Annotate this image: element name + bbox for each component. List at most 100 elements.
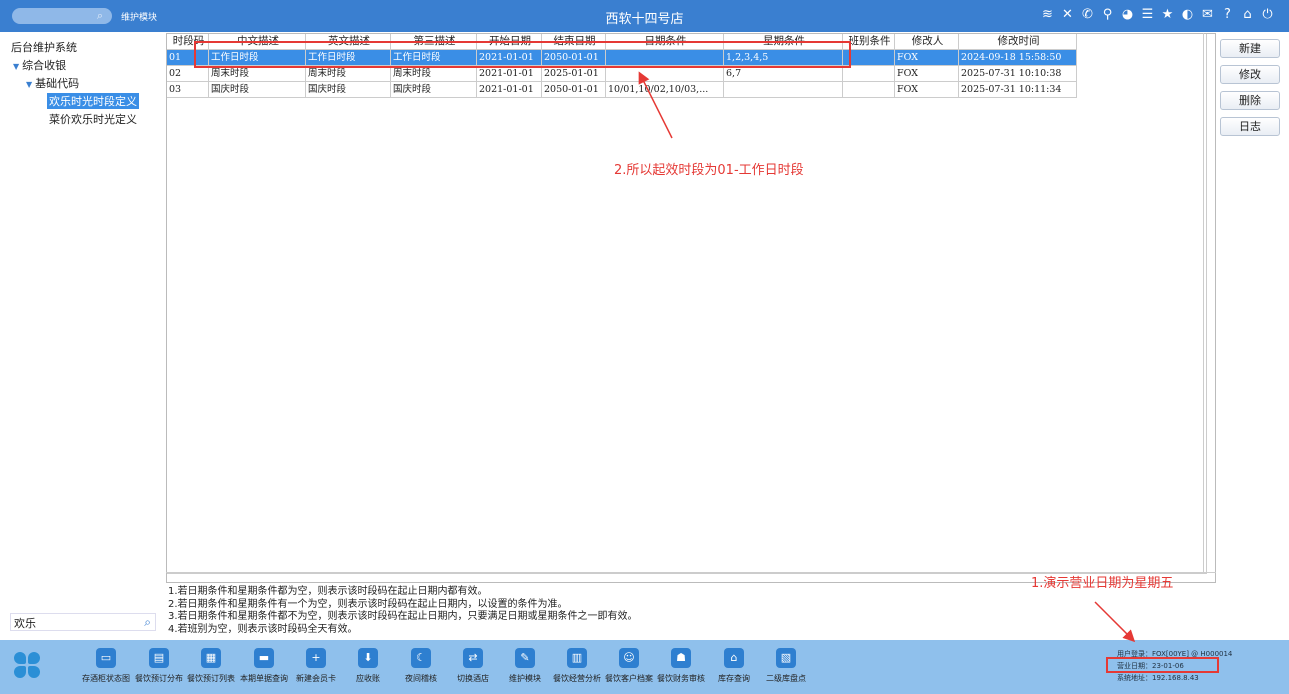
taskbar-label: 应收账 <box>356 674 380 683</box>
annotation-highlight-date <box>1106 657 1219 673</box>
taskbar-item[interactable]: ▧ 二级库盘点 <box>758 648 814 684</box>
annotation-highlight-row <box>194 41 851 68</box>
taskbar-item[interactable]: ☗ 餐饮财务审核 <box>653 648 709 684</box>
notes-panel: 1.若日期条件和星期条件都为空，则表示该时段码在起止日期内都有效。 2.若日期条… <box>168 586 638 636</box>
help-icon[interactable]: ? <box>1220 6 1235 24</box>
home-icon[interactable]: ⌂ <box>1240 6 1255 24</box>
annotation-arrow-1 <box>1094 601 1136 643</box>
taskbar-label: 切换酒店 <box>457 674 489 683</box>
taskbar-label: 本期单据查询 <box>240 674 288 683</box>
wifi-icon[interactable]: ≋ <box>1040 6 1055 24</box>
annotation-text-1: 1.演示营业日期为星期五 <box>1031 576 1174 591</box>
vertical-scrollbar[interactable] <box>1203 33 1215 573</box>
search-icon[interactable]: ⌕ <box>144 615 151 630</box>
table-cell <box>724 82 843 98</box>
taskbar-item[interactable]: ⬇ 应收账 <box>340 648 396 684</box>
tree-sub[interactable]: ▼ 基础代码 <box>26 75 79 91</box>
sidebar-search-input[interactable]: 欢乐 ⌕ <box>10 613 156 631</box>
search-person-icon[interactable]: ⚲ <box>1100 6 1115 24</box>
taskbar-item[interactable]: ▦ 餐饮预订列表 <box>183 648 239 684</box>
column-header[interactable]: 修改人 <box>895 34 959 50</box>
sidebar-tree: 后台维护系统 ▼ 综合收银 ▼ 基础代码 欢乐时光时段定义 菜价欢乐时光定义 <box>0 32 162 640</box>
taskbar-label: 新建会员卡 <box>296 674 336 683</box>
inventory-count-icon: ▧ <box>776 648 796 668</box>
note-line: 3.若日期条件和星期条件都不为空，则表示该时段码在起止日期内，只要满足日期或星期… <box>168 611 638 622</box>
table-cell: 2025-07-31 10:11:34 <box>959 82 1077 98</box>
table-cell: FOX <box>895 82 959 98</box>
taskbar-label: 餐饮财务审核 <box>657 674 705 683</box>
taskbar-item[interactable]: ⇄ 切换酒店 <box>445 648 501 684</box>
power-icon[interactable]: ⏻ <box>1260 6 1275 24</box>
taskbar-label: 餐饮客户档案 <box>605 674 653 683</box>
delete-button[interactable]: 删除 <box>1220 91 1280 110</box>
taskbar-label: 二级库盘点 <box>766 674 806 683</box>
log-button[interactable]: 日志 <box>1220 117 1280 136</box>
tree-item-selected[interactable]: 欢乐时光时段定义 <box>47 93 139 109</box>
theme-icon[interactable]: ◐ <box>1180 6 1195 24</box>
top-icon-bar: ≋ ✕ ✆ ⚲ ◕ ☰ ★ ◐ ✉ ? ⌂ ⏻ <box>1040 6 1275 24</box>
mail-icon[interactable]: ✉ <box>1200 6 1215 24</box>
annotation-text-2: 2.所以起效时段为01-工作日时段 <box>614 163 804 178</box>
taskbar-label: 夜间稽核 <box>405 674 437 683</box>
table-cell: 2021-01-01 <box>477 66 542 82</box>
table-cell: 2024-09-18 15:58:50 <box>959 50 1077 66</box>
customer-file-icon: ☺ <box>619 648 639 668</box>
taskbar-item[interactable]: ☺ 餐饮客户档案 <box>601 648 657 684</box>
table-cell: 02 <box>167 66 209 82</box>
app-logo-icon[interactable] <box>14 652 42 680</box>
table-cell: 2025-07-31 10:10:38 <box>959 66 1077 82</box>
table-cell: 10/01,10/02,10/03,... <box>606 82 724 98</box>
taskbar-label: 餐饮预订列表 <box>187 674 235 683</box>
new-button[interactable]: 新建 <box>1220 39 1280 58</box>
switch-hotel-icon: ⇄ <box>463 648 483 668</box>
table-cell: 国庆时段 <box>209 82 306 98</box>
grid-body: 时段码 中文描述 英文描述 第三描述 开始日期 结束日期 日期条件 星期条件 班别条件 修改人 修改… <box>167 34 1207 574</box>
taskbar-label: 维护模块 <box>509 674 541 683</box>
menu-icon[interactable]: ☰ <box>1140 6 1155 24</box>
taskbar-label: 餐饮预订分布 <box>135 674 183 683</box>
star-icon[interactable]: ★ <box>1160 6 1175 24</box>
table-cell: 周末时段 <box>391 66 477 82</box>
phone-icon[interactable]: ✆ <box>1080 6 1095 24</box>
taskbar-item[interactable]: ▭ 存酒柜状态图 <box>78 648 134 684</box>
tree-group[interactable]: ▼ 综合收银 <box>13 57 66 73</box>
tools-icon[interactable]: ✕ <box>1060 6 1075 24</box>
booking-distribution-icon: ▤ <box>149 648 169 668</box>
bill-query-icon: ▬ <box>254 648 274 668</box>
wine-cabinet-icon: ▭ <box>96 648 116 668</box>
taskbar-item[interactable]: ▬ 本期单据查询 <box>236 648 292 684</box>
palette-icon[interactable]: ◕ <box>1120 6 1135 24</box>
taskbar-item[interactable]: ✎ 维护模块 <box>497 648 553 684</box>
data-grid: 时段码 中文描述 英文描述 第三描述 开始日期 结束日期 日期条件 星期条件 班别条件 修改人 修改… <box>166 33 1216 583</box>
edit-button[interactable]: 修改 <box>1220 65 1280 84</box>
taskbar-item[interactable]: ▥ 餐饮经营分析 <box>549 648 605 684</box>
table-cell <box>843 66 895 82</box>
table-cell: 2021-01-01 <box>477 82 542 98</box>
table-cell <box>843 82 895 98</box>
finance-audit-icon: ☗ <box>671 648 691 668</box>
expand-arrow-icon[interactable]: ▼ <box>26 80 32 89</box>
taskbar-item[interactable]: ☾ 夜间稽核 <box>393 648 449 684</box>
top-bar: ⌕ 维护模块 西软十四号店 ≋ ✕ ✆ ⚲ ◕ ☰ ★ ◐ ✉ ? ⌂ ⏻ <box>0 0 1289 32</box>
night-audit-icon: ☾ <box>411 648 431 668</box>
taskbar-item[interactable]: + 新建会员卡 <box>288 648 344 684</box>
tree-item[interactable]: 菜价欢乐时光定义 <box>49 111 137 127</box>
new-member-card-icon: + <box>306 648 326 668</box>
tree-group-label: 综合收银 <box>22 59 67 72</box>
note-line: 4.若班别为空，则表示该时段码全天有效。 <box>168 623 358 635</box>
table-cell: 周末时段 <box>209 66 306 82</box>
column-header[interactable]: 修改时间 <box>959 34 1077 50</box>
note-line: 1.若日期条件和星期条件都为空，则表示该时段码在起止日期内都有效。 <box>168 586 488 597</box>
bottom-taskbar: ▭ 存酒柜状态图 ▤ 餐饮预订分布 ▦ 餐饮预订列表 ▬ 本期单据查询 + 新建会员卡 ⬇ 应收账 ☾ 夜… <box>0 640 1289 694</box>
table-cell: 6,7 <box>724 66 843 82</box>
taskbar-label: 库存查询 <box>718 674 750 683</box>
taskbar-item[interactable]: ⌂ 库存查询 <box>706 648 762 684</box>
table-cell: 03 <box>167 82 209 98</box>
expand-arrow-icon[interactable]: ▼ <box>13 62 19 71</box>
taskbar-item[interactable]: ▤ 餐饮预订分布 <box>131 648 187 684</box>
table-cell: 2050-01-01 <box>542 82 606 98</box>
status-sys-addr: 系统地址：192.168.8.43 <box>1117 674 1199 682</box>
note-line: 2.若日期条件和星期条件有一个为空，则表示该时段码在起止日期内，以设置的条件为准… <box>168 598 568 610</box>
tree-root[interactable]: 后台维护系统 <box>11 39 77 55</box>
taskbar-label: 存酒柜状态图 <box>82 674 130 683</box>
